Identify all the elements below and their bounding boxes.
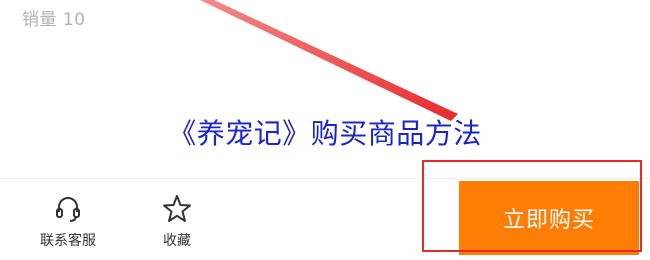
favorite-label: 收藏 (163, 233, 191, 249)
bottom-bar-divider (0, 178, 650, 179)
contact-service-button[interactable]: 联系客服 (23, 192, 113, 250)
star-icon (160, 192, 194, 226)
favorite-button[interactable]: 收藏 (132, 192, 222, 250)
product-page: 销量 10 《养宠记》购买商品方法 联系客服 收藏 立即购买 (0, 0, 650, 260)
headset-icon (51, 192, 85, 226)
contact-service-label: 联系客服 (40, 233, 96, 249)
buy-now-button[interactable]: 立即购买 (459, 181, 639, 255)
sales-count: 销量 10 (22, 10, 86, 30)
guide-title: 《养宠记》购买商品方法 (168, 117, 482, 150)
